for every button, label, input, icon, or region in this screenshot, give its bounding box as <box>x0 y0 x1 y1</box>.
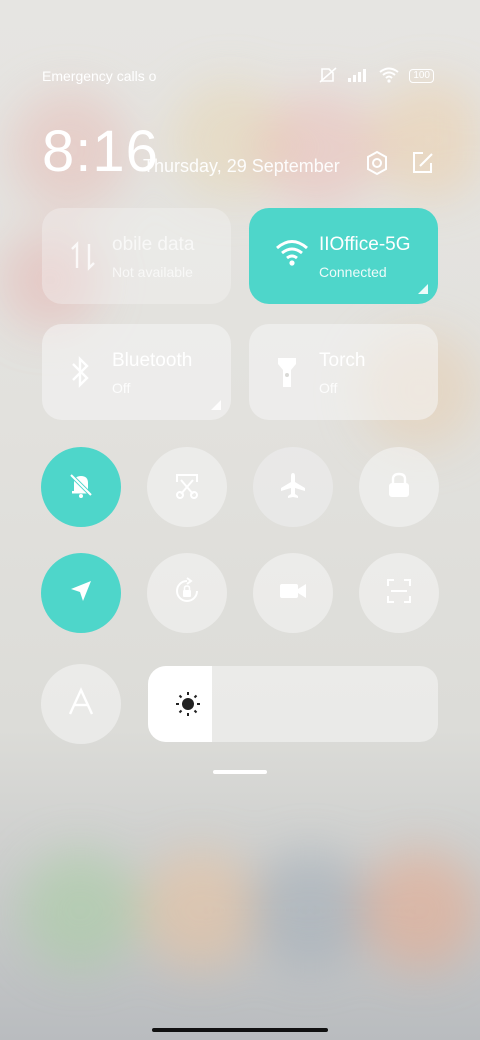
date: Thursday, 29 September <box>143 156 340 176</box>
sun-icon <box>175 691 201 722</box>
screen-record-toggle[interactable] <box>253 553 333 633</box>
edit-icon[interactable] <box>410 150 438 178</box>
mute-toggle[interactable] <box>41 447 121 527</box>
scissors-screenshot-icon <box>172 470 202 505</box>
torch-status: Off <box>319 380 338 396</box>
airplane-toggle[interactable] <box>253 447 333 527</box>
signal-icon <box>347 68 369 85</box>
auto-rotate-toggle[interactable] <box>147 553 227 633</box>
battery-icon: 100 <box>409 69 434 83</box>
torch-icon <box>275 354 305 390</box>
wifi-status-icon <box>379 67 399 86</box>
video-camera-icon <box>278 579 308 608</box>
clock: 8:16 <box>42 119 159 184</box>
reading-mode-toggle[interactable] <box>41 664 121 744</box>
lock-toggle[interactable] <box>359 447 439 527</box>
no-sim-icon <box>319 66 337 86</box>
settings-gear-icon[interactable] <box>364 150 392 178</box>
home-indicator[interactable] <box>152 1028 328 1032</box>
battery-level: 100 <box>409 69 434 83</box>
wifi-expand-corner[interactable] <box>418 284 428 294</box>
screenshot-toggle[interactable] <box>147 447 227 527</box>
carrier-text: Emergency calls o <box>42 68 157 84</box>
bluetooth-tile[interactable]: Bluetooth Off <box>42 324 231 420</box>
scan-frame-icon <box>385 577 413 610</box>
status-bar: Emergency calls o 100 <box>42 64 434 88</box>
location-arrow-icon <box>67 577 95 610</box>
drag-handle[interactable] <box>213 770 267 774</box>
scan-toggle[interactable] <box>359 553 439 633</box>
bell-off-icon <box>66 470 96 505</box>
torch-label: Torch <box>319 350 366 371</box>
lock-icon <box>385 470 413 505</box>
bluetooth-label: Bluetooth <box>112 350 193 371</box>
wifi-status: Connected <box>319 264 387 280</box>
bluetooth-status: Off <box>112 380 131 396</box>
mobile-data-tile[interactable]: obile data Not available <box>42 208 231 304</box>
wifi-network-name: IIOffice-5G <box>319 234 411 255</box>
mobile-data-status: Not available <box>112 264 193 280</box>
mobile-data-icon <box>68 238 98 274</box>
rotation-lock-icon <box>171 575 203 612</box>
wifi-icon <box>275 238 308 274</box>
wifi-tile[interactable]: IIOffice-5G Connected <box>249 208 438 304</box>
bluetooth-expand-corner[interactable] <box>211 400 221 410</box>
airplane-icon <box>278 470 308 505</box>
brightness-slider[interactable] <box>148 666 438 742</box>
torch-tile[interactable]: Torch Off <box>249 324 438 420</box>
location-toggle[interactable] <box>41 553 121 633</box>
mobile-data-label: obile data <box>112 234 195 255</box>
letter-a-icon <box>67 686 95 722</box>
bluetooth-icon <box>68 354 98 390</box>
